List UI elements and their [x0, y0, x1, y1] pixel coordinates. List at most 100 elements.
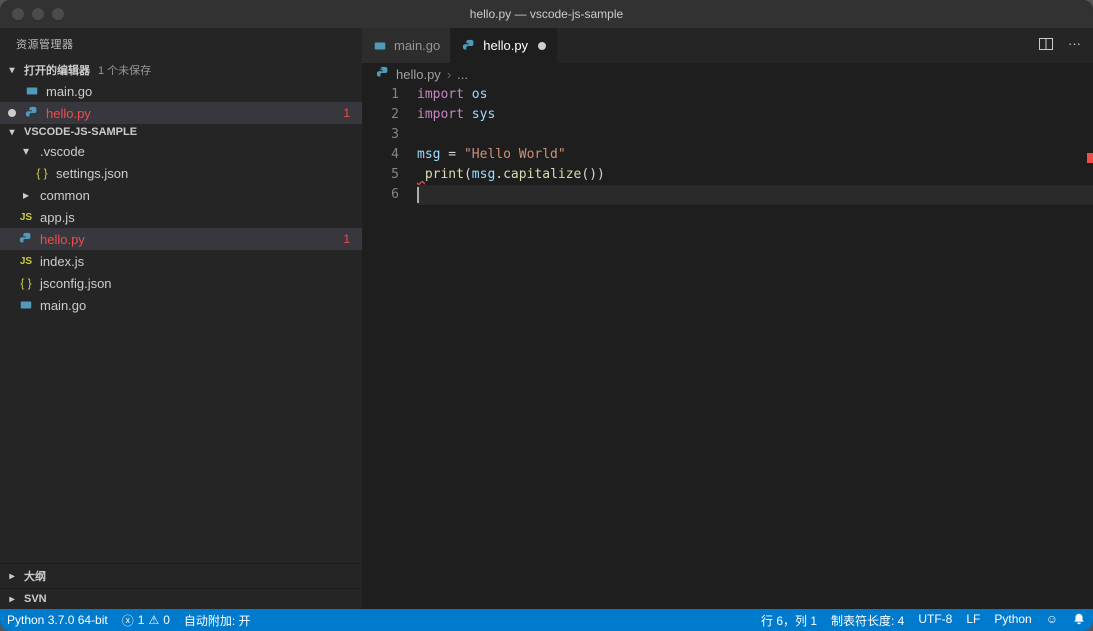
- go-file-icon: [24, 84, 40, 98]
- folder-item[interactable]: ▾ .vscode: [0, 140, 362, 162]
- tab-label: hello.py: [483, 38, 528, 53]
- code-line[interactable]: msg = "Hello World": [417, 145, 1093, 165]
- code-lines[interactable]: import osimport sys msg = "Hello World" p…: [417, 85, 1093, 609]
- code-line[interactable]: import os: [417, 85, 1093, 105]
- minimize-window-button[interactable]: [32, 8, 44, 20]
- project-header[interactable]: ▾ VSCODE-JS-SAMPLE: [0, 124, 362, 140]
- sb-problems[interactable]: ⓧ 1 ⚠ 0: [115, 609, 177, 631]
- file-label: common: [40, 188, 362, 203]
- file-label: index.js: [40, 254, 362, 269]
- tab-actions: ···: [1038, 36, 1093, 55]
- go-file-icon: [372, 39, 388, 53]
- svn-header[interactable]: ▸ SVN: [0, 588, 362, 609]
- sb-warning-count: 0: [163, 613, 170, 627]
- open-editor-item[interactable]: main.go: [0, 80, 362, 102]
- file-item[interactable]: main.go: [0, 294, 362, 316]
- problems-count: 1: [343, 106, 350, 120]
- line-number: 6: [362, 185, 399, 205]
- close-window-button[interactable]: [12, 8, 24, 20]
- project-label: VSCODE-JS-SAMPLE: [24, 126, 137, 138]
- file-label: hello.py: [46, 106, 362, 121]
- json-icon: { }: [18, 276, 34, 290]
- file-label: .vscode: [40, 144, 362, 159]
- error-icon: ⓧ: [122, 612, 134, 629]
- tab-label: main.go: [394, 38, 440, 53]
- modified-dot-icon: [8, 109, 16, 117]
- explorer-title: 资源管理器: [0, 28, 362, 60]
- sb-eol[interactable]: LF: [959, 612, 987, 626]
- open-editors-label: 打开的编辑器: [24, 62, 90, 78]
- file-item[interactable]: hello.py1: [0, 228, 362, 250]
- editor-tab[interactable]: hello.py: [451, 28, 557, 63]
- sb-python-interpreter[interactable]: Python 3.7.0 64-bit: [0, 609, 115, 631]
- vscode-window: hello.py — vscode-js-sample 资源管理器 ▾ 打开的编…: [0, 0, 1093, 631]
- py-file-icon: [24, 106, 40, 120]
- line-number: 2: [362, 105, 399, 125]
- code-line[interactable]: import sys: [417, 105, 1093, 125]
- py-file-icon: [461, 39, 477, 53]
- problems-count: 1: [343, 232, 350, 246]
- breadcrumb[interactable]: hello.py › ...: [362, 63, 1093, 85]
- go-icon: [18, 298, 34, 312]
- sb-notifications-icon[interactable]: [1065, 612, 1093, 626]
- minimap-error-marker[interactable]: [1087, 153, 1093, 163]
- line-number: 3: [362, 125, 399, 145]
- sb-feedback-icon[interactable]: ☺: [1039, 612, 1065, 626]
- file-item[interactable]: JS index.js: [0, 250, 362, 272]
- titlebar: hello.py — vscode-js-sample: [0, 0, 1093, 28]
- split-editor-icon[interactable]: [1038, 36, 1054, 55]
- file-item[interactable]: { } settings.json: [0, 162, 362, 184]
- tabs-row: main.go hello.py ···: [362, 28, 1093, 63]
- js-icon: JS: [18, 256, 34, 267]
- file-label: main.go: [46, 84, 362, 99]
- sb-cursor-position[interactable]: 行 6，列 1: [754, 612, 824, 629]
- file-label: settings.json: [56, 166, 362, 181]
- open-editors-list: main.go hello.py1: [0, 80, 362, 124]
- line-number: 5: [362, 165, 399, 185]
- editor-tab[interactable]: main.go: [362, 28, 451, 63]
- sb-tab-size[interactable]: 制表符长度: 4: [824, 612, 911, 629]
- sb-encoding[interactable]: UTF-8: [911, 612, 959, 626]
- editor-area: main.go hello.py ··· hello.py › ... 12345…: [362, 28, 1093, 609]
- js-icon: JS: [18, 212, 34, 223]
- unsaved-badge: 1 个未保存: [98, 62, 151, 78]
- folder-icon: ▾: [18, 144, 34, 158]
- open-editors-header[interactable]: ▾ 打开的编辑器 1 个未保存: [0, 60, 362, 80]
- sb-language-mode[interactable]: Python: [987, 612, 1038, 626]
- traffic-lights: [0, 8, 64, 20]
- line-number: 1: [362, 85, 399, 105]
- explorer-sidebar: 资源管理器 ▾ 打开的编辑器 1 个未保存 main.gohello.py1 ▾…: [0, 28, 362, 609]
- sb-auto-attach[interactable]: 自动附加: 开: [177, 609, 258, 631]
- svn-label: SVN: [24, 593, 47, 605]
- maximize-window-button[interactable]: [52, 8, 64, 20]
- breadcrumb-tail: ...: [457, 67, 468, 82]
- modified-dot-icon[interactable]: [538, 42, 546, 50]
- outline-header[interactable]: ▸ 大纲: [0, 563, 362, 588]
- code-line[interactable]: [417, 125, 1093, 145]
- line-number: 4: [362, 145, 399, 165]
- chevron-down-icon: ▾: [4, 127, 20, 138]
- more-actions-icon[interactable]: ···: [1068, 36, 1081, 55]
- open-editor-item[interactable]: hello.py1: [0, 102, 362, 124]
- chevron-down-icon: ▾: [4, 65, 20, 76]
- file-label: app.js: [40, 210, 362, 225]
- file-item[interactable]: { } jsconfig.json: [0, 272, 362, 294]
- file-label: jsconfig.json: [40, 276, 362, 291]
- folder-item[interactable]: ▸ common: [0, 184, 362, 206]
- code-editor[interactable]: 123456 import osimport sys msg = "Hello W…: [362, 85, 1093, 609]
- code-line[interactable]: print(msg.capitalize()): [417, 165, 1093, 185]
- text-cursor: [417, 187, 419, 203]
- file-item[interactable]: JS app.js: [0, 206, 362, 228]
- file-label: hello.py: [40, 232, 362, 247]
- py-icon: [18, 232, 34, 246]
- main-area: 资源管理器 ▾ 打开的编辑器 1 个未保存 main.gohello.py1 ▾…: [0, 28, 1093, 609]
- outline-label: 大纲: [24, 568, 46, 584]
- window-title: hello.py — vscode-js-sample: [470, 7, 623, 21]
- python-file-icon: [376, 66, 390, 83]
- folder-icon: ▸: [18, 188, 34, 202]
- breadcrumb-file: hello.py: [396, 67, 441, 82]
- chevron-right-icon: ▸: [4, 594, 20, 605]
- statusbar: Python 3.7.0 64-bit ⓧ 1 ⚠ 0 自动附加: 开 行 6，…: [0, 609, 1093, 631]
- json-icon: { }: [34, 166, 50, 180]
- sb-error-count: 1: [138, 613, 145, 627]
